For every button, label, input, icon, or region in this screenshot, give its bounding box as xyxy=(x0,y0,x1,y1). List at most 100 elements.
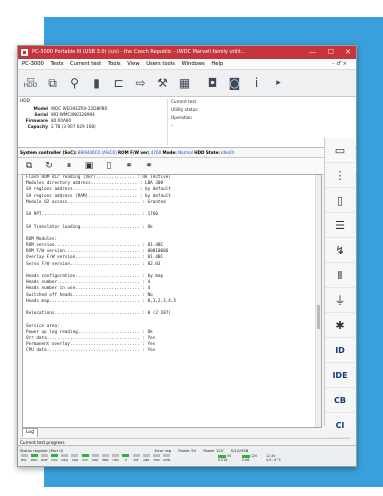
bottom-tabs: Log xyxy=(22,428,39,437)
status-led: IDX xyxy=(81,454,89,462)
power-5v-indicator: 5V 0.51A xyxy=(218,454,232,462)
status-led: 0 xyxy=(122,454,130,462)
status-led-label: BBK xyxy=(102,458,109,462)
maximize-button[interactable]: ☐ xyxy=(328,46,334,59)
sidebar-cb-button[interactable]: CB xyxy=(325,388,355,413)
hdd-button-label: HDD xyxy=(23,82,38,89)
status-led: DWF xyxy=(40,454,48,462)
edge-marker: ▸ xyxy=(340,248,344,255)
status-led-label: UNC xyxy=(112,458,119,462)
battery-icon[interactable]: ▯ xyxy=(325,188,355,213)
operation-value: – xyxy=(171,123,174,128)
wrench-icon[interactable]: ⚒ xyxy=(154,75,171,92)
sidebar-ci-button[interactable]: CI xyxy=(325,413,355,438)
right-sidebar: ▭ ⋮ ▯ ☰ ↯ Ⅱ ⏚ ✱ ID IDE CB CI xyxy=(324,138,355,438)
refresh-icon[interactable]: ↻ xyxy=(42,160,56,172)
binoculars-icon[interactable]: ⚭ xyxy=(122,160,136,172)
utility-status-label: Utility status xyxy=(171,107,198,112)
app-window: PC-3000 Portable III (USB 3.0) (s/s) - t… xyxy=(17,45,357,467)
hdd-info-panel: HDD Model WDC WD30EZRX-22D8PB0 Serial WD-W… xyxy=(18,97,356,148)
operation-label: Operation xyxy=(171,115,192,120)
search-icon[interactable]: ⚲ xyxy=(66,75,83,92)
status-led: UNC xyxy=(112,454,120,462)
capacity-row: Capacity 2 TB (3 907 029 168) xyxy=(27,124,96,129)
controller-status-line: System controller (SoC): 88i9446C0 (ASIC… xyxy=(18,148,356,158)
current-test-label: Current test xyxy=(171,99,197,104)
pause-mode-icon[interactable]: Ⅱ xyxy=(325,263,355,288)
log-scrollbar[interactable] xyxy=(315,175,321,427)
status-led: ERR xyxy=(91,454,99,462)
table-icon[interactable]: ▦ xyxy=(176,75,193,92)
sidebar-ide-button[interactable]: IDE xyxy=(325,363,355,388)
status-leds: BSY DRD DWF DSC DRQ CRR IDX ERR BBK UNC 0 INF ABR TON… xyxy=(20,454,173,462)
power-12v-indicator: 12V 0.9A xyxy=(242,454,258,462)
status-led: DRD xyxy=(30,454,38,462)
drive-copy-icon[interactable]: ⧉ xyxy=(44,75,61,92)
menu-view[interactable]: View xyxy=(127,61,139,67)
status-led-label: ERR xyxy=(92,458,99,462)
tools-icon[interactable]: ✱ xyxy=(325,313,355,338)
status-led-label: CRR xyxy=(71,458,79,462)
status-led-label: 0 xyxy=(124,458,127,462)
status-led-label: AMN xyxy=(163,458,171,462)
menu-tools[interactable]: Tools xyxy=(108,61,121,67)
camera-icon[interactable]: ◙ xyxy=(226,75,243,92)
id-icon[interactable]: ⅰ xyxy=(248,75,265,92)
hdd-button[interactable]: ▭ HDD xyxy=(22,75,39,92)
transfer-icon[interactable]: ⇨ xyxy=(132,75,149,92)
status-led: ABR xyxy=(142,454,150,462)
log-window[interactable]: Flash ROM dir reading (Xkr).............… xyxy=(22,174,322,428)
log-toolbar: ⧉ ↻ ⏸ ▣ ▯ ⚭ ⚭ xyxy=(18,158,356,175)
clear-icon[interactable]: ▯ xyxy=(102,160,116,172)
menu-users-tools[interactable]: Users tools xyxy=(146,61,175,67)
tab-log[interactable]: Log xyxy=(22,428,39,437)
menu-tests[interactable]: Tests xyxy=(50,61,63,67)
status-led: AMN xyxy=(163,454,171,462)
more-icon[interactable]: ▸ xyxy=(270,75,287,92)
hdd-section-label: HDD xyxy=(20,99,31,104)
power-indicators: 5V 0.51A 12V 0.9A 12.4V 4.9...9 °C xyxy=(218,454,290,462)
sidebar-id-button[interactable]: ID xyxy=(325,338,355,363)
minimize-button[interactable]: — xyxy=(309,46,316,59)
menu-windows[interactable]: Windows xyxy=(182,61,205,67)
folder-icon[interactable]: ⊏ xyxy=(110,75,127,92)
status-led: INF xyxy=(132,454,140,462)
status-led-label: IDX xyxy=(82,458,88,462)
status-led: CRR xyxy=(71,454,79,462)
close-button[interactable]: ✕ xyxy=(345,46,351,59)
disk-icon[interactable]: ◘ xyxy=(204,75,221,92)
heads-icon[interactable]: ⋮ xyxy=(325,163,355,188)
status-led: DRQ xyxy=(61,454,69,462)
status-led: BBK xyxy=(102,454,110,462)
statusbar-labels: Status register (Port 0) Error reg Power… xyxy=(20,448,249,453)
status-led-label: DWF xyxy=(40,458,48,462)
main-toolbar: ▭ HDD ⧉ ⚲ ▮ ⊏ ⇨ ⚒ ▦ ◘ ◙ ⅰ ▸ xyxy=(18,70,356,97)
chip-icon[interactable]: ▮ xyxy=(88,75,105,92)
title-bar: PC-3000 Portable III (USB 3.0) (s/s) - t… xyxy=(18,46,356,59)
find-next-icon[interactable]: ⚭ xyxy=(142,160,156,172)
status-led-label: ABR xyxy=(143,458,150,462)
screen-icon[interactable]: ▭ xyxy=(325,138,355,163)
pause-icon[interactable]: ⏸ xyxy=(62,160,76,172)
status-bar: Status register (Port 0) Error reg Power… xyxy=(18,445,356,466)
app-icon xyxy=(21,49,28,56)
status-led: DSC xyxy=(51,454,59,462)
menu-bar: PC-3000 Tests Current test Tools View Us… xyxy=(18,59,356,70)
child-window-controls[interactable]: – ♂ × xyxy=(332,59,347,69)
window-title: PC-3000 Portable III (USB 3.0) (s/s) - t… xyxy=(32,49,246,55)
usb-voltage-indicator: 12.4V 4.9...9 °C xyxy=(266,454,281,462)
power-icon[interactable]: ⏚ xyxy=(325,288,355,313)
save-icon[interactable]: ▣ xyxy=(82,160,96,172)
menu-help[interactable]: Help xyxy=(211,61,223,67)
log-line: CPU data................................… xyxy=(26,348,156,354)
scroll-thumb[interactable] xyxy=(317,305,320,329)
menu-current-test[interactable]: Current test xyxy=(70,61,101,67)
current-test-panel: Current test Utility status Operation – xyxy=(167,99,271,145)
copy-icon[interactable]: ⧉ xyxy=(22,160,36,172)
status-led-label: INF xyxy=(133,458,139,462)
status-led: BSY xyxy=(20,454,28,462)
log-lines: Flash ROM dir reading (Xkr).............… xyxy=(23,175,321,354)
menu-pc3000[interactable]: PC-3000 xyxy=(22,61,44,67)
status-led-label: BSY xyxy=(21,458,27,462)
ladder-icon[interactable]: ☰ xyxy=(325,213,355,238)
